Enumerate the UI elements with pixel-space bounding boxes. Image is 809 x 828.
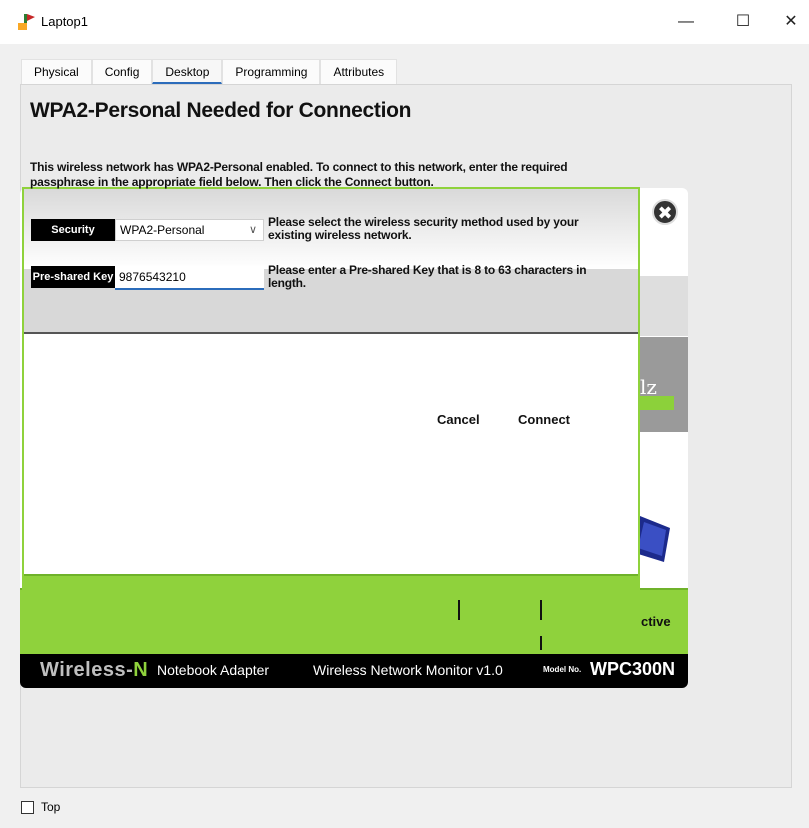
security-select-value: WPA2-Personal (120, 223, 205, 237)
tab-config[interactable]: Config (91, 59, 153, 84)
tab-desktop[interactable]: Desktop (152, 59, 223, 84)
monitor-footer: Wireless-N Notebook Adapter Wireless Net… (20, 654, 688, 688)
model-label: Model No. (543, 665, 582, 674)
model-number: WPC300N (590, 659, 676, 679)
dialog-description: This wireless network has WPA2-Personal … (30, 160, 568, 189)
security-select[interactable]: WPA2-Personal ∨ (115, 219, 264, 241)
close-window-button[interactable]: ✕ (778, 10, 804, 34)
tab-bar: Physical Config Desktop Programming Attr… (21, 59, 398, 84)
title-bar: Laptop1 — ☐ ✕ (0, 0, 809, 44)
action-separator (458, 600, 460, 620)
action-separator (540, 636, 542, 650)
monitor-title: Wireless Network Monitor v1.0 (313, 662, 503, 678)
tab-physical[interactable]: Physical (21, 59, 92, 84)
connect-button[interactable]: Connect (518, 412, 570, 427)
chevron-down-icon: ∨ (248, 224, 257, 236)
psk-input[interactable] (115, 266, 264, 290)
security-label: Security (31, 219, 115, 241)
psk-help-text: Please enter a Pre-shared Key that is 8 … (268, 263, 587, 290)
monitor-close-icon[interactable]: ✖ (652, 199, 678, 225)
laptop-app-icon (18, 14, 35, 30)
cancel-button[interactable]: Cancel (437, 412, 480, 427)
wpa2-dialog (22, 187, 640, 607)
tab-programming[interactable]: Programming (222, 59, 321, 84)
action-separator (540, 600, 542, 620)
dialog-title: WPA2-Personal Needed for Connection (30, 99, 412, 122)
top-checkbox-label: Top (41, 800, 61, 814)
brand-logo: Wireless-N (40, 659, 149, 681)
top-checkbox[interactable] (21, 801, 34, 814)
tab-attributes[interactable]: Attributes (320, 59, 398, 84)
bg-partial-text: lz (640, 375, 657, 399)
maximize-button[interactable]: ☐ (730, 10, 756, 34)
psk-label: Pre-shared Key (31, 266, 115, 288)
bg-connect-active-text: ctive (641, 614, 671, 629)
dialog-action-bar (24, 574, 638, 605)
minimize-button[interactable]: — (673, 10, 699, 34)
product-name: Notebook Adapter (157, 662, 270, 678)
security-help-text: Please select the wireless security meth… (268, 215, 579, 242)
window-title: Laptop1 (41, 14, 88, 29)
